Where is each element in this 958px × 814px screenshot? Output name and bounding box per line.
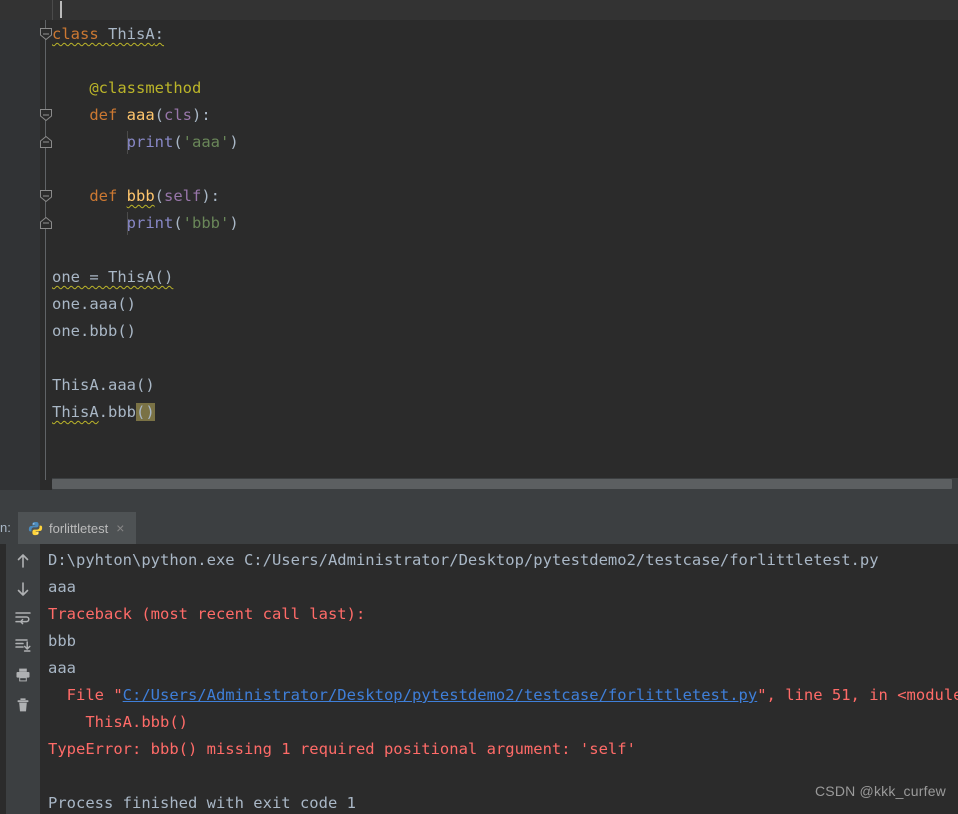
code-token: bbb [126,187,155,205]
console-text: Process finished with exit code 1 [48,794,356,812]
code-token: ): [201,187,220,205]
indent-guide [127,212,128,235]
fold-open-icon[interactable] [40,109,52,121]
code-token: print [126,214,174,232]
console-typeerror: TypeError: bbb() missing 1 required posi… [48,736,636,763]
editor-horizontal-scrollbar[interactable] [52,478,958,490]
console-text: TypeError: bbb() missing 1 required posi… [48,740,636,758]
code-token: class [52,25,108,43]
console-cmd: D:\pyhton\python.exe C:/Users/Administra… [48,547,879,574]
scroll-to-end-icon[interactable] [12,634,34,656]
code-folding-rail[interactable] [40,20,52,490]
indent-guide [127,131,128,154]
ide-window: class ThisA: @classmethod def aaa(cls): … [0,0,958,814]
run-tool-window: n: forlittletest × D:\pyhton\python.exe … [0,512,958,814]
code-token: ( [173,214,183,232]
console-traceback-file: File "C:/Users/Administrator/Desktop/pyt… [48,682,958,709]
fold-close-icon[interactable] [40,217,52,229]
code-token: def [89,106,127,124]
code-token: self [164,187,202,205]
console-out-aaa-2: aaa [48,655,76,682]
code-token: aaa [126,106,155,124]
code-token: ThisA.aaa() [52,376,155,394]
code-token: ( [154,187,164,205]
print-icon[interactable] [12,664,34,686]
fold-close-icon[interactable] [40,136,52,148]
code-token: ( [173,133,183,151]
run-tab-bar: n: forlittletest × [0,512,958,544]
console-file-link[interactable]: C:/Users/Administrator/Desktop/pytestdem… [123,686,758,704]
line-class: class ThisA: [52,21,164,48]
run-tab-label: forlittletest [49,520,109,536]
console-toolbar [6,544,40,814]
console-text: ", line 51, in <module> [757,686,958,704]
code-token: print [126,133,174,151]
code-token: one.aaa() [52,295,136,313]
code-token: .bbb [98,403,136,421]
gutter-divider [52,0,53,20]
run-tool-window-label: n: [0,520,11,535]
rerun-up-icon[interactable] [12,550,34,572]
editor-horizontal-scrollbar-thumb[interactable] [52,479,952,489]
code-token: cls [164,106,192,124]
editor-top-strip [0,0,958,20]
close-icon[interactable]: × [116,521,124,535]
text-caret [60,1,62,18]
line-def-bbb: def bbb(self): [52,183,220,210]
console-output[interactable]: D:\pyhton\python.exe C:/Users/Administra… [40,544,958,814]
line-def-aaa: def aaa(cls): [52,102,211,129]
code-token: ( [154,106,164,124]
console-text: aaa [48,659,76,677]
line-one-assign: one = ThisA() [52,264,173,291]
fold-open-icon[interactable] [40,190,52,202]
code-token: 'bbb' [182,214,230,232]
code-token: ) [229,214,239,232]
csdn-watermark: CSDN @kkk_curfew [815,783,946,799]
line-thisa-bbb: ThisA.bbb() [52,399,155,426]
line-one-bbb: one.bbb() [52,318,136,345]
console-text: D:\pyhton\python.exe C:/Users/Administra… [48,551,879,569]
code-token: def [89,187,127,205]
console-out-bbb: bbb [48,628,76,655]
console-text: bbb [48,632,76,650]
code-text-area[interactable]: class ThisA: @classmethod def aaa(cls): … [52,20,958,490]
console-text: ThisA.bbb() [48,713,188,731]
code-token: ) [229,133,239,151]
code-token: ): [192,106,211,124]
code-token: one = ThisA() [52,268,174,286]
line-decorator: @classmethod [52,75,201,102]
code-token: () [136,403,155,421]
code-token: ThisA [108,25,155,43]
console-text: File " [48,686,123,704]
code-token: 'aaa' [182,133,230,151]
fold-open-icon[interactable] [40,28,52,40]
soft-wrap-icon[interactable] [12,606,34,628]
fold-region-line [45,20,46,480]
python-icon [28,521,43,536]
console-text: aaa [48,578,76,596]
editor-gutter[interactable] [0,20,40,490]
line-print-bbb: print('bbb') [52,210,239,237]
code-token: ThisA [52,403,99,421]
code-editor[interactable]: class ThisA: @classmethod def aaa(cls): … [0,20,958,490]
console-traceback-header: Traceback (most recent call last): [48,601,365,628]
console-text: Traceback (most recent call last): [48,605,366,623]
console-exit: Process finished with exit code 1 [48,790,356,814]
line-print-aaa: print('aaa') [52,129,239,156]
panel-splitter[interactable] [0,490,958,512]
code-token: one.bbb() [52,322,136,340]
line-thisa-aaa: ThisA.aaa() [52,372,155,399]
rerun-down-icon[interactable] [12,578,34,600]
code-token: : [154,25,165,43]
code-token: @classmethod [52,79,202,97]
line-one-aaa: one.aaa() [52,291,136,318]
console-traceback-code: ThisA.bbb() [48,709,188,736]
console-out-aaa-1: aaa [48,574,76,601]
run-tab-forlittletest[interactable]: forlittletest × [18,512,136,544]
trash-icon[interactable] [12,694,34,716]
